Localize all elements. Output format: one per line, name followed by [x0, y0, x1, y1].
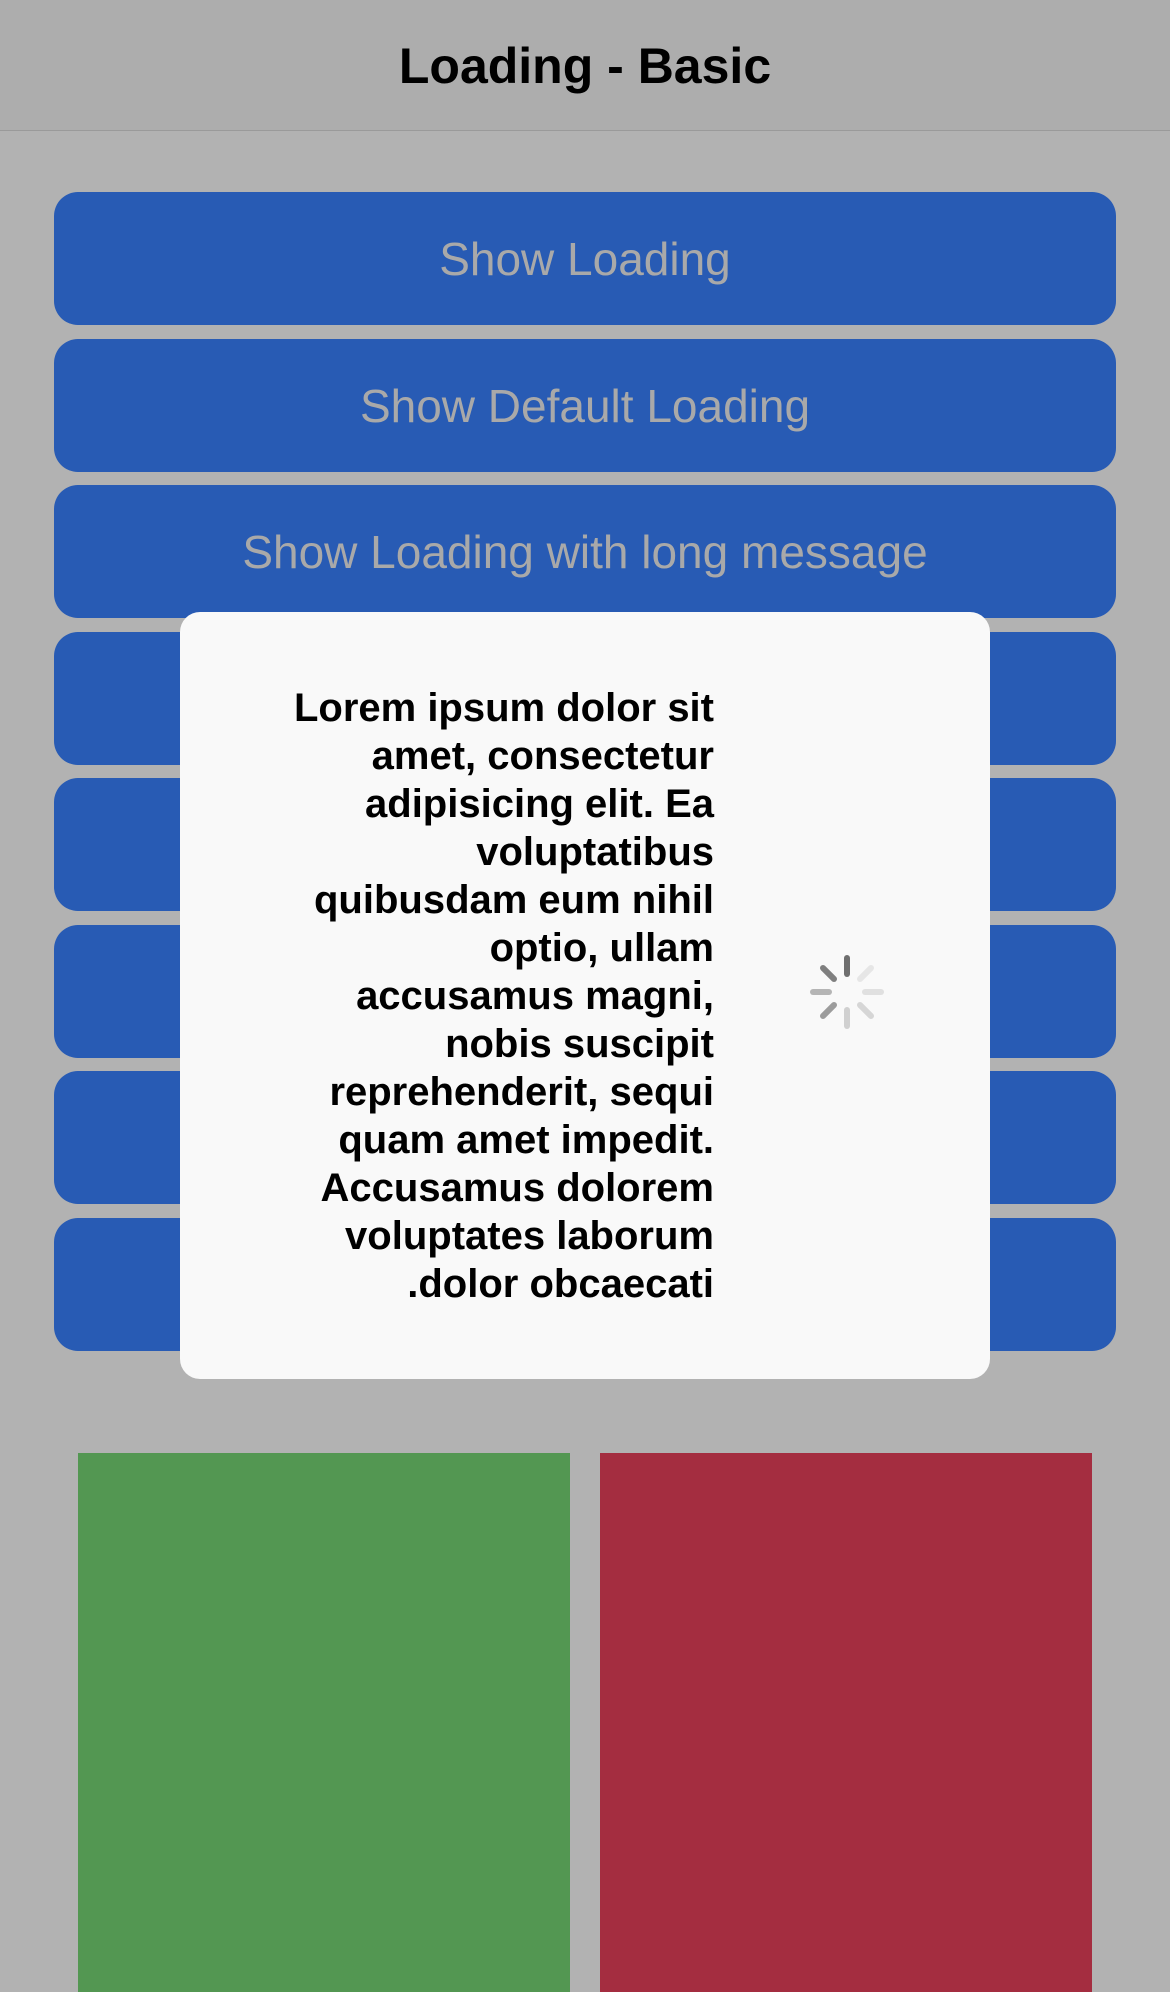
toolbar: Loading - Basic: [0, 0, 1170, 131]
spinner-icon: [807, 952, 887, 1032]
spinner-svg: [810, 955, 884, 1029]
loading-message: Lorem ipsum dolor sit amet, consectetur …: [293, 686, 714, 1306]
show-loading-button[interactable]: Show Loading: [54, 192, 1116, 325]
show-default-loading-button-label: Show Default Loading: [359, 379, 811, 432]
show-loading-long-message-button-label: Show Loading with long message: [242, 525, 928, 578]
green-card: [78, 1453, 570, 1992]
show-default-loading-button[interactable]: Show Default Loading: [54, 339, 1116, 472]
show-loading-button-label: Show Loading: [439, 232, 731, 285]
page-title: Loading - Basic: [398, 38, 772, 94]
show-loading-long-message-button[interactable]: Show Loading with long message: [54, 485, 1116, 618]
red-card: [600, 1453, 1092, 1992]
loading-dialog: Lorem ipsum dolor sit amet, consectetur …: [180, 612, 990, 1379]
